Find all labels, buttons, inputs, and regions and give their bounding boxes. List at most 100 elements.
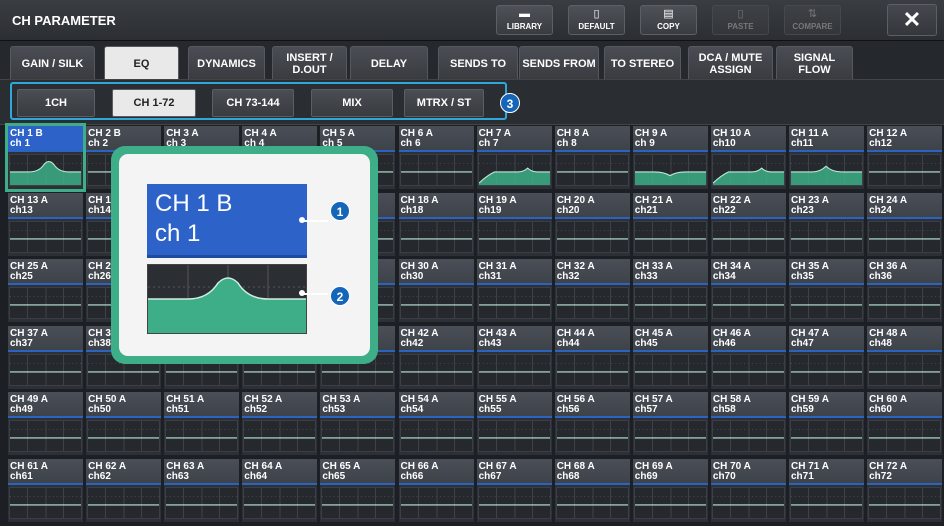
eq-graph-button[interactable] bbox=[165, 487, 239, 519]
channel-name-button[interactable]: CH 58 Ach58 bbox=[710, 392, 786, 419]
channel-name-button[interactable]: CH 24 Ach24 bbox=[867, 192, 943, 219]
eq-graph-button[interactable] bbox=[477, 287, 551, 320]
channel-cell[interactable]: CH 61 Ach61 bbox=[8, 459, 83, 522]
channel-cell[interactable]: CH 53 Ach53 bbox=[320, 392, 396, 456]
channel-cell[interactable]: CH 31 Ach31 bbox=[476, 259, 552, 323]
channel-name-button[interactable]: CH 54 Ach54 bbox=[398, 392, 474, 419]
eq-graph-button[interactable] bbox=[399, 353, 473, 386]
channel-cell[interactable]: CH 7 Ach 7 bbox=[476, 126, 552, 189]
eq-graph-button[interactable] bbox=[399, 287, 473, 320]
eq-graph-button[interactable] bbox=[165, 420, 239, 453]
channel-cell[interactable]: CH 30 Ach30 bbox=[398, 259, 474, 323]
channel-cell[interactable]: CH 62 Ach62 bbox=[86, 459, 162, 522]
channel-name-button[interactable]: CH 13 Ach13 bbox=[8, 192, 83, 219]
eq-graph-button[interactable] bbox=[711, 420, 785, 453]
eq-graph-button[interactable] bbox=[555, 154, 629, 186]
eq-graph-button[interactable] bbox=[633, 287, 707, 320]
channel-cell[interactable]: CH 8 Ach 8 bbox=[554, 126, 630, 189]
channel-cell[interactable]: CH 21 Ach21 bbox=[632, 192, 708, 256]
channel-cell[interactable]: CH 59 Ach59 bbox=[789, 392, 864, 456]
channel-cell[interactable]: CH 25 Ach25 bbox=[8, 259, 83, 323]
channel-name-button[interactable]: CH 57 Ach57 bbox=[632, 392, 708, 419]
channel-name-button[interactable]: CH 71 Ach71 bbox=[789, 459, 864, 485]
eq-graph-button[interactable] bbox=[555, 220, 629, 253]
channel-name-button[interactable]: CH 12 Ach12 bbox=[867, 126, 943, 152]
channel-cell[interactable]: CH 13 Ach13 bbox=[8, 192, 83, 256]
channel-name-button[interactable]: CH 9 Ach 9 bbox=[632, 126, 708, 152]
channel-cell[interactable]: CH 19 Ach19 bbox=[476, 192, 552, 256]
range-button-1ch[interactable]: 1CH bbox=[17, 89, 95, 117]
channel-cell[interactable]: CH 58 Ach58 bbox=[710, 392, 786, 456]
channel-name-button[interactable]: CH 61 Ach61 bbox=[8, 459, 83, 485]
channel-name-button[interactable]: CH 56 Ach56 bbox=[554, 392, 630, 419]
channel-name-button[interactable]: CH 37 Ach37 bbox=[8, 325, 83, 352]
eq-graph-button[interactable] bbox=[477, 353, 551, 386]
channel-cell[interactable]: CH 23 Ach23 bbox=[789, 192, 864, 256]
eq-graph-button[interactable] bbox=[243, 487, 317, 519]
channel-name-button[interactable]: CH 8 Ach 8 bbox=[554, 126, 630, 152]
eq-graph-button[interactable] bbox=[399, 420, 473, 453]
eq-graph-button[interactable] bbox=[9, 420, 82, 453]
eq-graph-button[interactable] bbox=[790, 353, 863, 386]
eq-graph-button[interactable] bbox=[477, 154, 551, 186]
channel-name-button[interactable]: CH 47 Ach47 bbox=[789, 325, 864, 352]
eq-graph-button[interactable] bbox=[633, 487, 707, 519]
eq-graph-button[interactable] bbox=[9, 287, 82, 320]
channel-name-button[interactable]: CH 18 Ach18 bbox=[398, 192, 474, 219]
eq-graph-button[interactable] bbox=[399, 487, 473, 519]
eq-graph-button[interactable] bbox=[9, 487, 82, 519]
copy-button[interactable]: ▤ COPY bbox=[640, 5, 697, 35]
channel-cell[interactable]: CH 69 Ach69 bbox=[632, 459, 708, 522]
eq-graph-button[interactable] bbox=[555, 353, 629, 386]
tab-sends-to[interactable]: SENDS TO bbox=[438, 46, 518, 80]
channel-cell[interactable]: CH 67 Ach67 bbox=[476, 459, 552, 522]
channel-name-button[interactable]: CH 32 Ach32 bbox=[554, 259, 630, 286]
eq-graph-button[interactable] bbox=[633, 154, 707, 186]
eq-graph-button[interactable] bbox=[555, 420, 629, 453]
eq-graph-button[interactable] bbox=[633, 420, 707, 453]
eq-graph-button[interactable] bbox=[711, 287, 785, 320]
channel-cell[interactable]: CH 52 Ach52 bbox=[242, 392, 318, 456]
channel-cell[interactable]: CH 60 Ach60 bbox=[867, 392, 943, 456]
channel-cell[interactable]: CH 49 Ach49 bbox=[8, 392, 83, 456]
channel-cell[interactable]: CH 55 Ach55 bbox=[476, 392, 552, 456]
channel-cell[interactable]: CH 65 Ach65 bbox=[320, 459, 396, 522]
eq-graph-button[interactable] bbox=[87, 487, 161, 519]
eq-graph-button[interactable] bbox=[711, 353, 785, 386]
channel-cell[interactable]: CH 22 Ach22 bbox=[710, 192, 786, 256]
channel-cell[interactable]: CH 11 Ach11 bbox=[789, 126, 864, 189]
range-button-mix[interactable]: MIX bbox=[311, 89, 393, 117]
channel-cell[interactable]: CH 46 Ach46 bbox=[710, 325, 786, 389]
channel-name-button[interactable]: CH 31 Ach31 bbox=[476, 259, 552, 286]
eq-graph-button[interactable] bbox=[790, 220, 863, 253]
tab-signal-flow[interactable]: SIGNAL FLOW bbox=[776, 46, 853, 80]
channel-name-button[interactable]: CH 42 Ach42 bbox=[398, 325, 474, 352]
eq-graph-button[interactable] bbox=[399, 154, 473, 186]
channel-cell[interactable]: CH 24 Ach24 bbox=[867, 192, 943, 256]
eq-graph-button[interactable] bbox=[555, 487, 629, 519]
tab-dca-mute-assign[interactable]: DCA / MUTE ASSIGN bbox=[688, 46, 773, 80]
channel-name-button[interactable]: CH 11 Ach11 bbox=[789, 126, 864, 152]
eq-graph-button[interactable] bbox=[868, 487, 942, 519]
channel-cell[interactable]: CH 32 Ach32 bbox=[554, 259, 630, 323]
channel-cell[interactable]: CH 63 Ach63 bbox=[164, 459, 240, 522]
channel-cell[interactable]: CH 56 Ach56 bbox=[554, 392, 630, 456]
default-button[interactable]: ▯ DEFAULT bbox=[568, 5, 625, 35]
eq-graph-button[interactable] bbox=[87, 420, 161, 453]
eq-graph-button[interactable] bbox=[790, 487, 863, 519]
channel-cell[interactable]: CH 64 Ach64 bbox=[242, 459, 318, 522]
channel-name-button[interactable]: CH 25 Ach25 bbox=[8, 259, 83, 286]
channel-name-button[interactable]: CH 60 Ach60 bbox=[867, 392, 943, 419]
channel-name-button[interactable]: CH 34 Ach34 bbox=[710, 259, 786, 286]
channel-cell[interactable]: CH 10 Ach10 bbox=[710, 126, 786, 189]
channel-name-button[interactable]: CH 36 Ach36 bbox=[867, 259, 943, 286]
channel-name-button[interactable]: CH 33 Ach33 bbox=[632, 259, 708, 286]
channel-cell[interactable]: CH 33 Ach33 bbox=[632, 259, 708, 323]
channel-cell[interactable]: CH 66 Ach66 bbox=[398, 459, 474, 522]
channel-name-button[interactable]: CH 49 Ach49 bbox=[8, 392, 83, 419]
channel-cell[interactable]: CH 36 Ach36 bbox=[867, 259, 943, 323]
channel-cell[interactable]: CH 9 Ach 9 bbox=[632, 126, 708, 189]
channel-name-button[interactable]: CH 43 Ach43 bbox=[476, 325, 552, 352]
eq-graph-button[interactable] bbox=[399, 220, 473, 253]
channel-name-button[interactable]: CH 59 Ach59 bbox=[789, 392, 864, 419]
